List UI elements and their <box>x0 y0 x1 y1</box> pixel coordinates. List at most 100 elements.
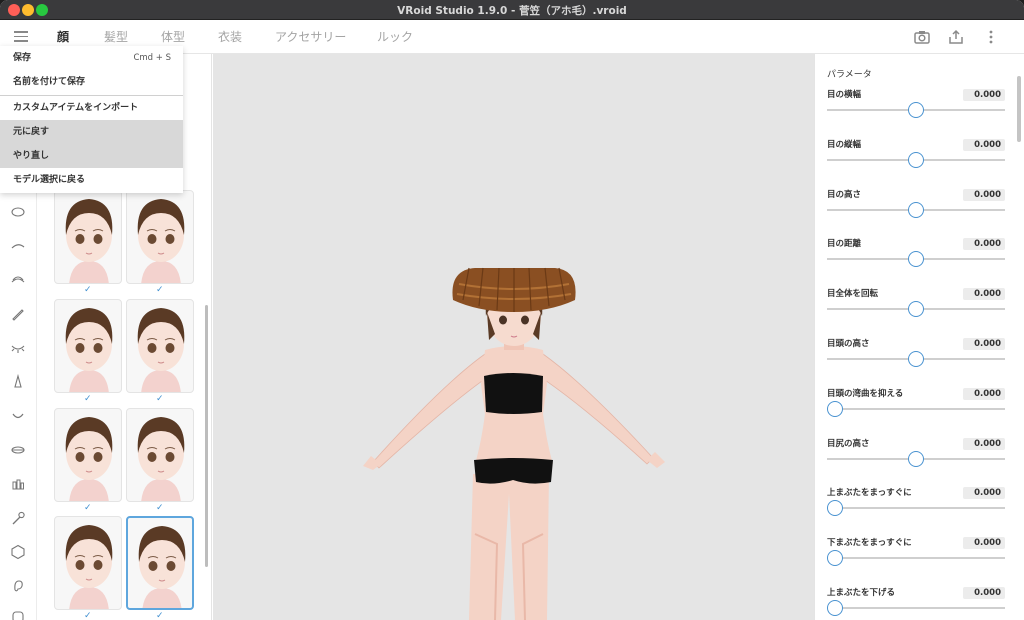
3d-viewport[interactable] <box>213 54 814 620</box>
preset-check-mark: ✓ <box>84 611 92 620</box>
param-value-field[interactable]: 0.000 <box>963 387 1005 400</box>
panel-scrollbar[interactable] <box>1017 76 1021 142</box>
makeup-brush-icon[interactable] <box>10 510 26 526</box>
face-preview <box>65 308 113 392</box>
face-outline-icon[interactable] <box>10 204 26 220</box>
tab-body[interactable]: 体型 <box>161 28 185 45</box>
hamburger-menu-icon[interactable] <box>14 31 28 42</box>
param-value-field[interactable]: 0.000 <box>963 487 1005 500</box>
save-shortcut: Cmd + S <box>133 53 171 63</box>
param-slider-knob[interactable] <box>908 102 924 118</box>
menu-item-redo[interactable]: やり直し <box>0 144 183 169</box>
preset-thumbnail[interactable] <box>126 299 194 393</box>
param-slider-track[interactable] <box>827 557 1005 560</box>
param-slider-track[interactable] <box>827 407 1005 410</box>
param-label: 目の縦幅 <box>827 139 862 150</box>
more-vertical-icon[interactable] <box>982 28 1000 46</box>
param-value-field[interactable]: 0.000 <box>963 338 1005 350</box>
param-slider-knob[interactable] <box>908 251 924 268</box>
face-preview <box>65 525 113 609</box>
param-slider-knob[interactable] <box>827 600 843 616</box>
avatar-model <box>363 267 665 620</box>
param-label: 下まぶたをまっすぐに <box>827 538 912 549</box>
param-label: 上まぶたをまっすぐに <box>827 488 912 499</box>
tab-hairstyle[interactable]: 髪型 <box>104 28 128 45</box>
preset-check-mark: ✓ <box>156 285 164 295</box>
preset-check-mark: ✓ <box>156 394 164 404</box>
preset-check-mark: ✓ <box>84 394 92 404</box>
param-slider-knob[interactable] <box>827 500 843 517</box>
param-value-field[interactable]: 0.000 <box>963 188 1005 201</box>
param-slider-knob[interactable] <box>908 351 924 367</box>
face-preview <box>65 417 113 501</box>
preset-scrollbar[interactable] <box>205 305 208 567</box>
title-bar: VRoid Studio 1.9.0 - 菅笠（アホ毛）.vroid <box>0 0 1024 20</box>
param-label: 目全体を回転 <box>827 289 879 300</box>
param-label: 目頭の高さ <box>827 339 870 349</box>
face-preview <box>138 526 186 608</box>
lips-icon[interactable] <box>10 442 26 458</box>
teeth-icon[interactable] <box>10 476 26 492</box>
eyebrow-icon[interactable] <box>10 238 26 254</box>
face-preview <box>65 199 113 283</box>
menu-item-save-label: 保存 <box>13 53 32 63</box>
param-slider-knob[interactable] <box>908 450 924 467</box>
param-slider-knob[interactable] <box>908 151 924 168</box>
tab-face[interactable]: 顔 <box>57 28 69 45</box>
menu-item-import-custom[interactable]: カスタムアイテムをインポート <box>0 96 183 120</box>
preset-check-mark: ✓ <box>84 285 92 295</box>
param-value-field[interactable]: 0.000 <box>963 288 1005 301</box>
lower-lash-icon[interactable] <box>10 340 26 356</box>
param-label: 目の高さ <box>827 189 862 200</box>
param-value-field[interactable]: 0.000 <box>963 587 1005 599</box>
head-shape-icon[interactable] <box>10 544 26 560</box>
preset-sidebar: ✓ ✓ ✓ ✓ ✓ ✓ ✓ ✓ 保存 Cmd + S 名前を付けて保存 カスタムアイテムをイン… <box>0 46 212 620</box>
param-label: 目の距離 <box>827 239 862 250</box>
preset-thumbnail[interactable] <box>54 190 122 284</box>
nose-icon[interactable] <box>10 374 26 390</box>
preset-thumbnail[interactable] <box>54 299 122 393</box>
menu-item-save[interactable]: 保存 Cmd + S <box>0 46 183 70</box>
param-value-field[interactable]: 0.000 <box>963 238 1005 251</box>
face-preview <box>137 199 185 283</box>
preset-check-mark: ✓ <box>156 503 164 513</box>
preset-thumbnail[interactable] <box>126 408 194 502</box>
param-value-field[interactable]: 0.000 <box>963 89 1005 101</box>
ear-icon[interactable] <box>10 578 26 594</box>
tab-accessory[interactable]: アクセサリー <box>275 28 346 45</box>
eyelash-icon[interactable] <box>10 272 26 288</box>
tab-look[interactable]: ルック <box>377 28 413 45</box>
param-value-field[interactable]: 0.000 <box>963 437 1005 450</box>
mouth-icon[interactable] <box>10 408 26 424</box>
param-value-field[interactable]: 0.000 <box>963 537 1005 550</box>
face-preview <box>137 417 185 501</box>
preset-thumbnail[interactable] <box>54 408 122 502</box>
param-value-field[interactable]: 0.000 <box>963 138 1005 151</box>
preset-check-mark: ✓ <box>84 503 92 513</box>
eyeliner-brush-icon[interactable] <box>10 306 26 322</box>
category-rail <box>0 184 37 620</box>
param-slider-knob[interactable] <box>827 550 843 567</box>
menu-item-undo[interactable]: 元に戻す <box>0 119 183 145</box>
param-slider-knob[interactable] <box>908 201 924 218</box>
face-detail-icon[interactable] <box>10 608 26 620</box>
preset-thumbnail[interactable] <box>126 190 194 284</box>
param-slider-knob[interactable] <box>827 400 843 417</box>
menu-item-save-as-label: 名前を付けて保存 <box>13 77 86 88</box>
menu-item-back-label: モデル選択に戻る <box>13 175 86 186</box>
preset-thumbnail[interactable] <box>126 516 194 610</box>
preset-thumbnail[interactable] <box>54 516 122 610</box>
menu-item-save-as[interactable]: 名前を付けて保存 <box>0 70 183 94</box>
share-icon[interactable] <box>947 28 965 46</box>
menu-item-back-to-model-select[interactable]: モデル選択に戻る <box>0 168 183 192</box>
param-slider-track[interactable] <box>827 507 1005 510</box>
param-label: 上まぶたを下げる <box>827 588 896 598</box>
param-slider-knob[interactable] <box>908 301 924 318</box>
menu-item-redo-label: やり直し <box>13 151 50 162</box>
camera-icon[interactable] <box>913 28 931 46</box>
tab-outfit[interactable]: 衣装 <box>218 28 242 45</box>
panel-title: パラメータ <box>827 70 872 80</box>
file-menu: 保存 Cmd + S 名前を付けて保存 カスタムアイテムをインポート 元に戻す … <box>0 46 183 193</box>
param-slider-track[interactable] <box>827 607 1005 609</box>
menu-item-undo-label: 元に戻す <box>13 126 50 137</box>
